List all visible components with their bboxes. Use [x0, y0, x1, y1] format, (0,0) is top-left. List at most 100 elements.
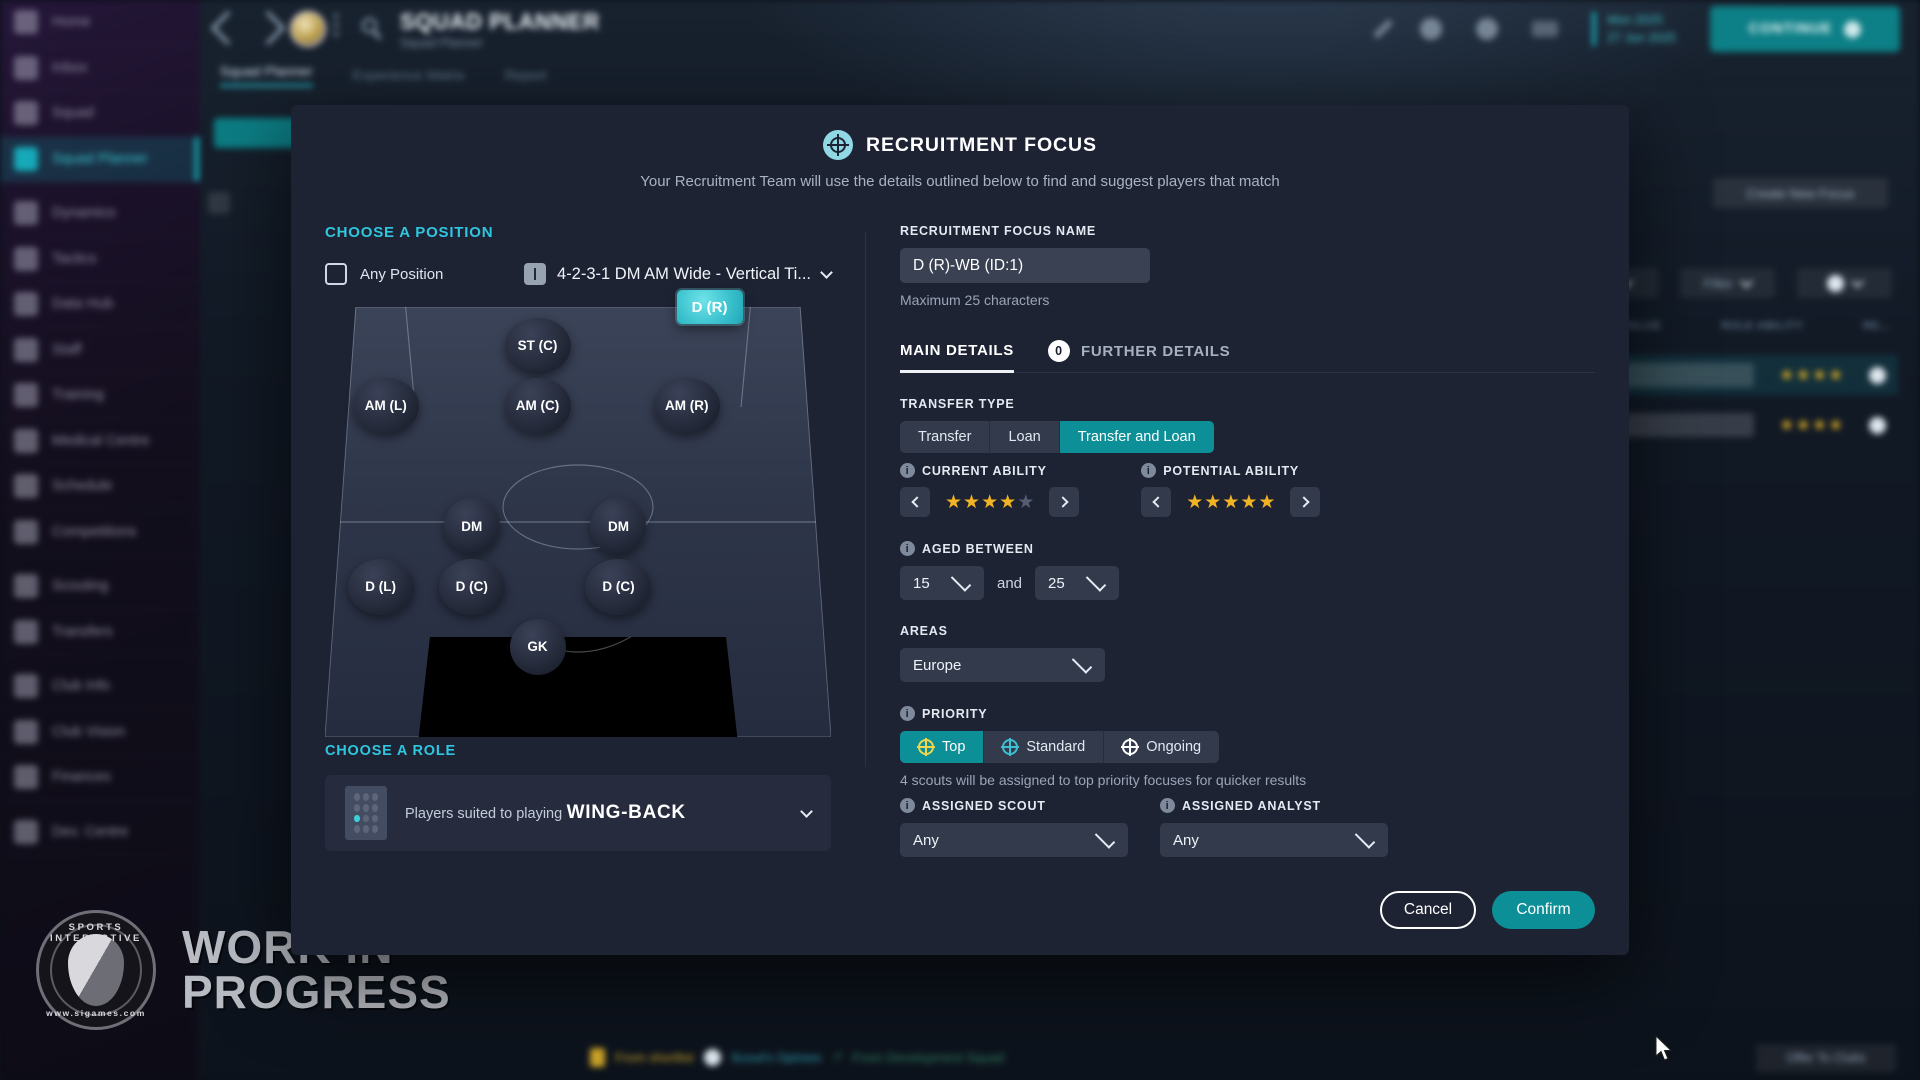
sidebar-item-training[interactable]: Training	[0, 373, 199, 419]
pitch-position-d-c[interactable]: D (C)	[439, 559, 505, 615]
search-icon[interactable]	[362, 18, 377, 33]
sidebar-item-inbox[interactable]: Inbox	[0, 46, 199, 92]
inbox-icon	[14, 56, 38, 80]
pitch-position-d-l[interactable]: D (L)	[348, 559, 414, 615]
focus-name-input[interactable]	[900, 248, 1150, 283]
transfer-type-transfer[interactable]: Transfer	[900, 421, 990, 453]
sports-interactive-logo-icon: SPORTS INTERACTIVE www.sigames.com	[36, 910, 156, 1030]
edit-pen-icon[interactable]	[1373, 19, 1393, 39]
sidebar-item-club-info[interactable]: Club Info	[0, 664, 199, 710]
priority-top[interactable]: Top	[900, 731, 984, 763]
confirm-button[interactable]: Confirm	[1492, 891, 1595, 929]
info-icon[interactable]: i	[900, 706, 915, 721]
tactics-icon	[14, 247, 38, 271]
choose-role-label: CHOOSE A ROLE	[325, 743, 831, 759]
forward-arrow-icon[interactable]	[251, 11, 285, 45]
logo-s-mark	[68, 934, 124, 1006]
sidebar-item-squad[interactable]: Squad	[0, 91, 199, 137]
potential-ability-increase-button[interactable]	[1290, 487, 1320, 517]
sidebar-item-medical-centre[interactable]: Medical Centre	[0, 419, 199, 465]
priority-ongoing[interactable]: Ongoing	[1104, 731, 1219, 763]
chevron-down-icon	[1095, 828, 1116, 849]
create-new-focus-button[interactable]: Create New Focus	[1713, 178, 1888, 208]
cancel-button[interactable]: Cancel	[1380, 891, 1476, 929]
offer-to-clubs-button[interactable]: Offer To Clubs	[1756, 1044, 1896, 1072]
sidebar-item-transfers[interactable]: Transfers	[0, 610, 199, 656]
table-row[interactable]: ★★★★	[1602, 355, 1898, 395]
potential-ability-decrease-button[interactable]	[1141, 487, 1171, 517]
pitch-position-st-c[interactable]: ST (C)	[505, 318, 571, 374]
sidebar-item-competitions[interactable]: Competitions	[0, 510, 199, 556]
pitch-position-am-l[interactable]: AM (L)	[353, 378, 419, 434]
info-icon[interactable]: i	[900, 463, 915, 478]
tab-badge: 0	[1048, 340, 1070, 362]
assigned-scout-dropdown[interactable]: Any	[900, 823, 1128, 857]
formation-dropdown[interactable]: 4-2-3-1 DM AM Wide - Vertical Ti...	[524, 263, 831, 285]
pitch-position-am-c[interactable]: AM (C)	[505, 378, 571, 434]
tab-main-details[interactable]: MAIN DETAILS	[900, 342, 1014, 373]
age-max-dropdown[interactable]: 25	[1035, 566, 1119, 600]
assigned-analyst-dropdown[interactable]: Any	[1160, 823, 1388, 857]
view-dropdown[interactable]	[1797, 268, 1892, 298]
back-arrow-icon[interactable]	[211, 11, 245, 45]
page-tab-squad-planner[interactable]: Squad Planner	[220, 63, 313, 87]
current-ability-increase-button[interactable]	[1049, 487, 1079, 517]
tab-further-details[interactable]: 0FURTHER DETAILS	[1048, 340, 1230, 373]
more-menu-icon[interactable]	[334, 14, 338, 41]
sidebar-item-label: Dynamics	[52, 205, 116, 221]
age-min-dropdown[interactable]: 15	[900, 566, 984, 600]
info-icon[interactable]: i	[1160, 798, 1175, 813]
current-ability-label: CURRENT ABILITY	[922, 464, 1047, 478]
current-ability-stars: ★★★★★	[937, 493, 1042, 512]
chevron-down-icon	[1072, 653, 1093, 674]
chevron-down-icon	[820, 266, 833, 279]
page-tab-experience-matrix[interactable]: Experience Matrix	[353, 67, 465, 83]
pitch-position-d-c[interactable]: D (C)	[585, 559, 651, 615]
collapse-panel-icon[interactable]	[208, 192, 230, 214]
pitch-position-gk[interactable]: GK	[510, 619, 566, 675]
row-action-icon[interactable]	[1869, 367, 1886, 384]
column-header[interactable]: RE...	[1863, 320, 1890, 332]
sidebar-item-home[interactable]: Home	[0, 0, 199, 46]
continue-button[interactable]: CONTINUE	[1710, 6, 1900, 52]
date-line-2: 27 Jun 2025	[1607, 29, 1676, 47]
help-icon[interactable]	[1476, 18, 1498, 40]
pitch-position-dm[interactable]: DM	[444, 498, 500, 554]
page-tab-report[interactable]: Report	[505, 67, 547, 83]
table-row[interactable]: ★★★★	[1602, 405, 1898, 445]
star: ★	[1186, 493, 1203, 512]
sidebar-item-club-vision[interactable]: Club Vision	[0, 710, 199, 756]
info-icon[interactable]: i	[900, 798, 915, 813]
any-position-checkbox[interactable]: Any Position	[325, 263, 524, 285]
areas-dropdown[interactable]: Europe	[900, 648, 1105, 682]
sidebar-item-data-hub[interactable]: Data Hub	[0, 282, 199, 328]
notification-icon[interactable]	[1420, 18, 1442, 40]
filter-dropdown[interactable]: Filter	[1680, 268, 1775, 298]
sidebar-item-schedule[interactable]: Schedule	[0, 464, 199, 510]
info-icon[interactable]: i	[1141, 463, 1156, 478]
transfer-type-transfer-and-loan[interactable]: Transfer and Loan	[1060, 421, 1214, 453]
club-crest-icon[interactable]	[290, 11, 326, 47]
star: ★	[1240, 493, 1257, 512]
pitch-position-dm[interactable]: DM	[590, 498, 646, 554]
transfer-type-loan[interactable]: Loan	[990, 421, 1059, 453]
sidebar-item-dynamics[interactable]: Dynamics	[0, 191, 199, 237]
current-ability-decrease-button[interactable]	[900, 487, 930, 517]
priority-group: i PRIORITY TopStandardOngoing 4 scouts w…	[900, 706, 1595, 788]
sidebar-item-finances[interactable]: Finances	[0, 755, 199, 801]
role-dropdown[interactable]: Players suited to playing WING-BACK	[325, 775, 831, 851]
sidebar-item-scouting[interactable]: Scouting	[0, 564, 199, 610]
column-header[interactable]: ROLE ABILITY	[1721, 320, 1803, 332]
pitch-position-d-r[interactable]: D (R)	[677, 290, 743, 324]
sidebar-item-squad-planner[interactable]: Squad Planner	[0, 137, 199, 183]
row-action-icon[interactable]	[1869, 417, 1886, 434]
info-icon[interactable]: i	[900, 541, 915, 556]
pitch-position-am-r[interactable]: AM (R)	[654, 378, 720, 434]
priority-standard[interactable]: Standard	[984, 731, 1104, 763]
sidebar-item-dev-centre[interactable]: Dev. Centre	[0, 810, 199, 856]
assigned-analyst-label: ASSIGNED ANALYST	[1182, 799, 1321, 813]
logo-ring-top-text: SPORTS INTERACTIVE	[39, 922, 153, 944]
fm-logo-icon[interactable]	[1532, 21, 1558, 37]
sidebar-item-staff[interactable]: Staff	[0, 328, 199, 374]
sidebar-item-tactics[interactable]: Tactics	[0, 237, 199, 283]
